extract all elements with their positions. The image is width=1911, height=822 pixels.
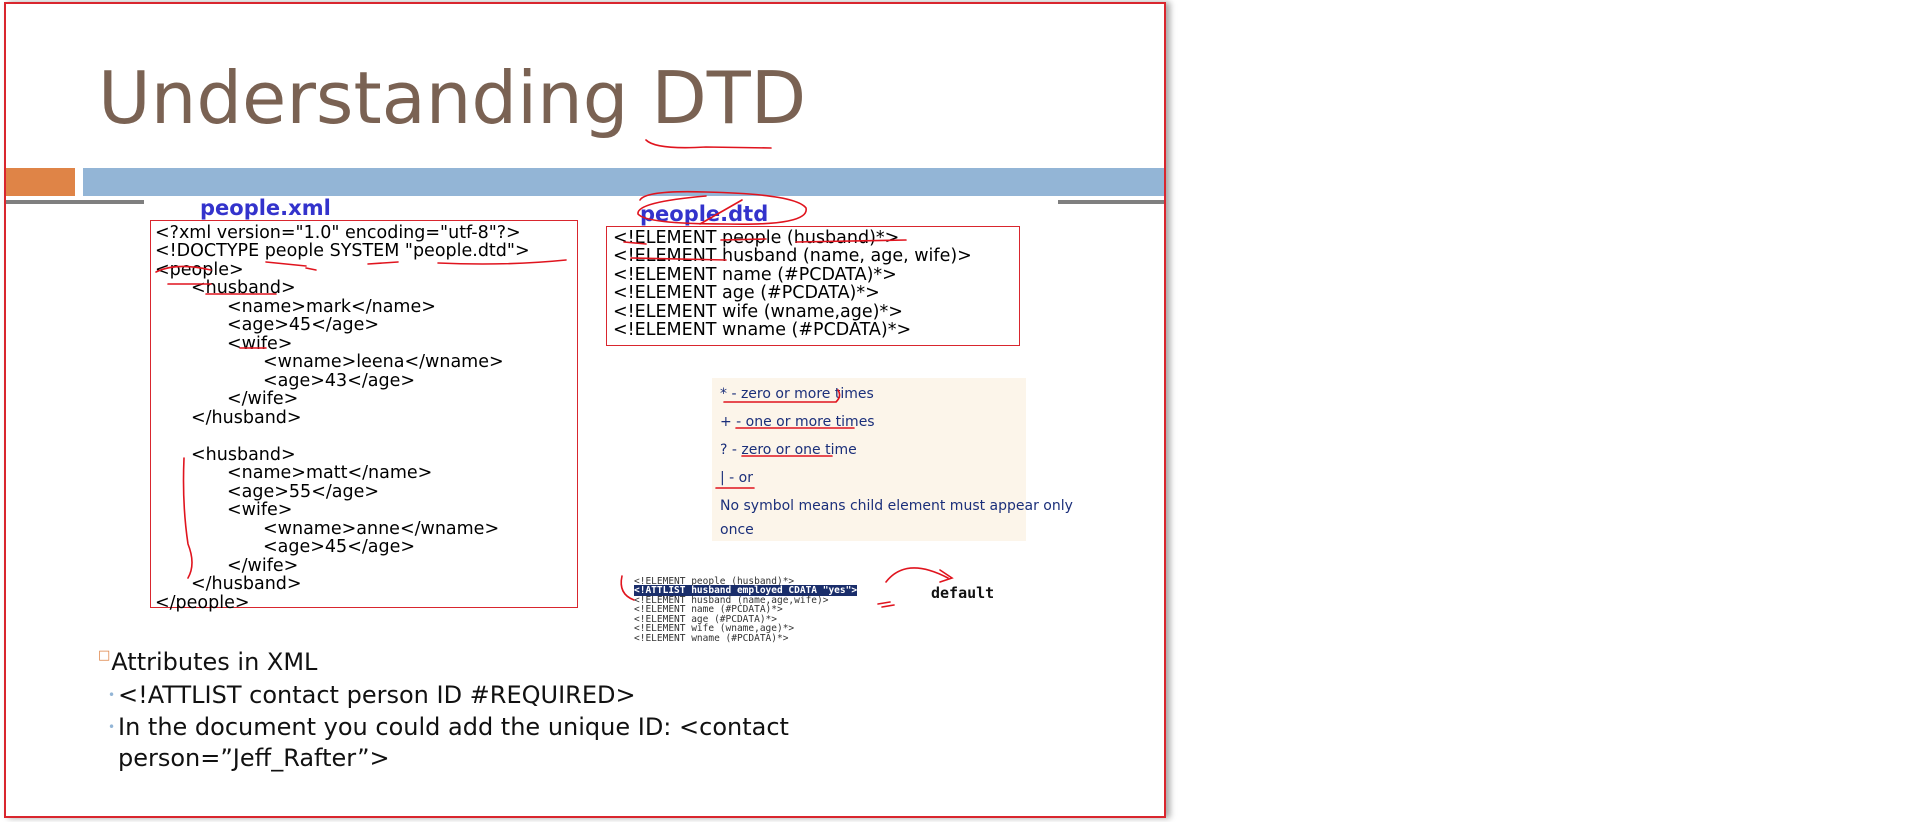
sub-bullet-text: In the document you could add the unique…	[118, 713, 789, 772]
xml-line: <age>45</age>	[227, 315, 380, 335]
xml-line: <people>	[155, 260, 244, 280]
dtd-line: <!ELEMENT wife (wname,age)*>	[613, 302, 903, 322]
default-label: default	[931, 584, 995, 602]
xml-line: </husband>	[191, 408, 302, 428]
ink-arrowhead	[939, 569, 954, 583]
dtd-panel-heading: people.dtd	[640, 202, 769, 226]
xml-line: <?xml version="1.0" encoding="utf-8"?>	[155, 223, 521, 243]
legend-line: once	[720, 522, 754, 538]
xml-line: <!DOCTYPE people SYSTEM "people.dtd">	[155, 241, 530, 261]
bullet-main-text: Attributes in XML	[111, 648, 318, 676]
xml-line: <age>55</age>	[227, 482, 380, 502]
title-bar-accent	[6, 168, 75, 196]
legend-line: No symbol means child element must appea…	[720, 498, 1073, 514]
bullet-main: □Attributes in XML	[98, 648, 317, 676]
xml-line: <husband>	[191, 278, 296, 298]
sub-bullet: • <!ATTLIST contact person ID #REQUIRED>	[108, 680, 868, 711]
sub-bullet: • In the document you could add the uniq…	[108, 712, 868, 774]
attlist-example-snippet: <!ELEMENT people (husband)*> <!ATTLIST h…	[632, 574, 878, 648]
xml-panel-heading: people.xml	[200, 196, 331, 220]
legend-line: ? - zero or one time	[720, 442, 857, 458]
dtd-line: <!ELEMENT people (husband)*>	[613, 228, 900, 248]
dtd-symbols-legend: * - zero or more times + - one or more t…	[712, 378, 1073, 541]
xml-line: </wife>	[227, 556, 299, 576]
title-bar	[83, 168, 1164, 196]
xml-line: <wife>	[227, 334, 293, 354]
xml-line: </wife>	[227, 389, 299, 409]
bullet-dot-icon: •	[108, 688, 116, 702]
xml-line: <age>45</age>	[263, 537, 416, 557]
xml-code-box: <?xml version="1.0" encoding="utf-8"?> <…	[150, 220, 578, 613]
ink-underline-dtd	[645, 139, 772, 149]
xml-line: <wife>	[227, 500, 293, 520]
slide-canvas: Understanding DTD people.xml <?xml versi…	[4, 2, 1166, 818]
dtd-line: <!ELEMENT wname (#PCDATA)*>	[613, 320, 912, 340]
xml-line: <name>matt</name>	[227, 463, 433, 483]
sub-bullet-text: <!ATTLIST contact person ID #REQUIRED>	[118, 681, 636, 709]
xml-line: <husband>	[191, 445, 296, 465]
dtd-line: <!ELEMENT name (#PCDATA)*>	[613, 265, 897, 285]
legend-line: * - zero or more times	[720, 386, 874, 402]
dtd-code-box: <!ELEMENT people (husband)*> <!ELEMENT h…	[606, 226, 1020, 346]
xml-line: </people>	[155, 593, 250, 613]
xml-line: <wname>leena</wname>	[263, 352, 504, 372]
xml-line: <wname>anne</wname>	[263, 519, 500, 539]
attlist-line: <!ELEMENT wname (#PCDATA)*>	[634, 633, 789, 644]
ink-marks	[877, 601, 895, 608]
dtd-line: <!ELEMENT husband (name, age, wife)>	[613, 246, 972, 266]
legend-line: + - one or more times	[720, 414, 875, 430]
xml-line: </husband>	[191, 574, 302, 594]
slide-title: Understanding DTD	[98, 56, 807, 140]
bullet-dot-icon: •	[108, 720, 116, 734]
dtd-line: <!ELEMENT age (#PCDATA)*>	[613, 283, 880, 303]
bullet-square-icon: □	[98, 648, 111, 663]
xml-line: <name>mark</name>	[227, 297, 436, 317]
ink-arrow-default	[885, 567, 949, 583]
legend-line: | - or	[720, 470, 753, 486]
xml-line: <age>43</age>	[263, 371, 416, 391]
